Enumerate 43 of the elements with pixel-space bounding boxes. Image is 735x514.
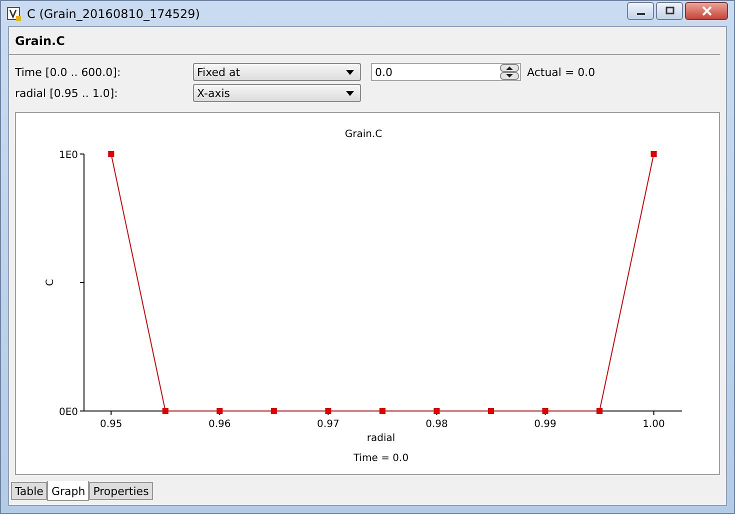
x-tick-label: 0.99 — [534, 419, 556, 430]
parameter-label: radial [0.95 .. 1.0]: — [15, 86, 119, 100]
tab[interactable]: Table — [11, 482, 48, 500]
mode-dropdown[interactable]: X-axis — [193, 84, 361, 102]
y-tick-label: 1E0 — [58, 150, 78, 161]
data-point — [542, 408, 548, 414]
app-icon — [7, 6, 21, 20]
actual-value: Actual = 0.0 — [527, 66, 596, 78]
y-axis-label: C — [45, 279, 56, 286]
data-point — [325, 408, 332, 414]
x-tick-label: 0.97 — [317, 419, 340, 430]
x-tick-label: 0.98 — [426, 419, 448, 430]
y-tick-label: 0E0 — [58, 407, 78, 418]
caret-icon — [346, 90, 354, 96]
tab[interactable]: Properties — [89, 482, 153, 500]
chart-annotation: Time = 0.0 — [353, 453, 409, 464]
x-tick-label: 0.96 — [208, 419, 231, 430]
spin-arrows-icon[interactable] — [500, 64, 519, 80]
maximize-button[interactable] — [656, 2, 683, 20]
x-tick-label: 1.00 — [642, 419, 665, 430]
mode-dropdown[interactable]: Fixed at — [193, 63, 361, 81]
x-axis-label: radial — [366, 433, 396, 444]
caret-icon — [346, 70, 354, 74]
data-point — [488, 408, 494, 414]
close-icon — [700, 6, 712, 16]
window-title: C (Grain_20160810_174529) — [27, 6, 201, 20]
tab[interactable]: Graph — [47, 481, 90, 501]
data-point — [162, 408, 168, 414]
maximize-icon — [664, 6, 676, 16]
minimize-icon — [636, 12, 644, 14]
data-point — [596, 408, 603, 414]
data-point — [270, 408, 277, 414]
data-point — [650, 151, 657, 157]
close-button[interactable] — [685, 2, 728, 20]
data-point — [216, 408, 223, 414]
data-point — [379, 408, 386, 414]
x-tick-label: 0.95 — [100, 419, 122, 430]
chart-title: Grain.C — [344, 129, 382, 140]
minimize-button[interactable] — [627, 2, 654, 20]
data-point — [108, 151, 114, 157]
parameter-label: Time [0.0 .. 600.0]: — [15, 66, 122, 78]
panel-heading: Grain.C — [9, 27, 720, 55]
data-point — [434, 408, 440, 414]
